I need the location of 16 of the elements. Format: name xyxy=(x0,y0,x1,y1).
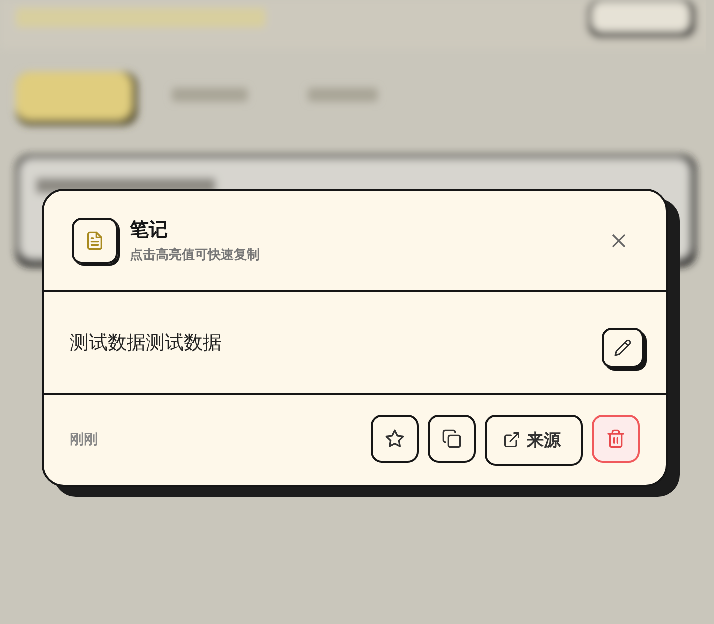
close-icon[interactable] xyxy=(612,234,626,248)
source-button[interactable]: 来源 xyxy=(485,414,583,466)
external-link-icon xyxy=(503,431,521,449)
timestamp: 刚刚 xyxy=(70,431,98,449)
trash-icon xyxy=(606,428,626,448)
note-text: 测试数据测试数据 xyxy=(70,331,222,356)
document-icon xyxy=(72,218,118,264)
pencil-icon xyxy=(614,339,632,357)
star-icon xyxy=(385,428,405,448)
dialog-title: 笔记 xyxy=(130,218,169,243)
copy-button[interactable] xyxy=(428,414,476,462)
edit-button[interactable] xyxy=(602,328,644,368)
dialog-subtitle: 点击高亮值可快速复制 xyxy=(130,246,261,264)
delete-button[interactable] xyxy=(592,414,640,462)
copy-icon xyxy=(442,428,462,448)
favorite-button[interactable] xyxy=(371,414,419,462)
